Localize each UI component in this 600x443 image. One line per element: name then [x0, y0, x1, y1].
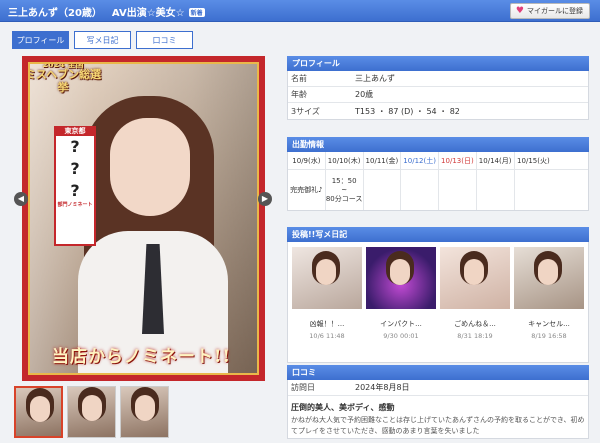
reviews-section: 口コミ 訪問日 2024年8月8日 圧倒的美人、美ボディ、感動 かねがね大人気で予…: [287, 365, 589, 439]
schedule-table: 10/9(水) 10/10(木) 10/11(金) 10/12(土) 10/13…: [287, 152, 589, 211]
schedule-cell: 15：50 ~ 80分コース: [326, 170, 364, 210]
content-tabs: プロフィール 写メ日記 口コミ: [12, 31, 193, 49]
profile-key: 3サイズ: [291, 106, 320, 116]
diary-section: 投稿!!写メ日記 凶報！！... 10/6 11:48 インパクト... 9/3…: [287, 227, 589, 363]
add-favorite-label: マイガールに登録: [527, 7, 583, 15]
tab-photo-diary[interactable]: 写メ日記: [74, 31, 131, 49]
diary-thumbnail[interactable]: [440, 247, 510, 309]
schedule-time: 15：50: [331, 177, 357, 185]
diary-date: 9/30 00:01: [383, 332, 419, 340]
review-visit-date: 2024年8月8日: [355, 383, 410, 392]
schedule-course: 80分コース: [325, 195, 363, 203]
main-photo[interactable]: 2024 全国 ミスヘブン総選挙 東京都 ? ? ? 部門ノミネート 当店からノ…: [22, 56, 265, 381]
diary-post[interactable]: キャンセル... 8/19 16:58: [514, 247, 584, 358]
diary-post[interactable]: 凶報！！... 10/6 11:48: [292, 247, 362, 358]
review-title[interactable]: 圧倒的美人、美ボディ、感動: [288, 396, 588, 415]
chevron-left-icon[interactable]: ◀: [14, 192, 28, 206]
thumbnail-2[interactable]: [67, 386, 116, 438]
diary-title[interactable]: インパクト...: [366, 319, 436, 329]
diary-date: 8/19 16:58: [531, 332, 567, 340]
profile-heading: プロフィール: [287, 56, 589, 71]
schedule-day: 10/9(水): [288, 152, 326, 169]
profile-value: 20歳: [355, 90, 374, 99]
cast-tagline: AV出演☆美女☆: [111, 8, 185, 19]
thumbnail-1[interactable]: [14, 386, 63, 438]
diary-thumbnail[interactable]: [366, 247, 436, 309]
schedule-cell: [401, 170, 439, 210]
diary-thumbnail[interactable]: [292, 247, 362, 309]
profile-table: 名前 三上あんず 年齢 20歳 3サイズ T153 ・ 87 (D) ・ 54 …: [287, 71, 589, 120]
review-visit-label: 訪問日: [291, 383, 315, 392]
profile-value: T153 ・ 87 (D) ・ 54 ・ 82: [355, 106, 460, 116]
schedule-heading: 出勤情報: [287, 137, 589, 152]
chevron-right-icon[interactable]: ▶: [258, 192, 272, 206]
schedule-day: 10/14(月): [477, 152, 515, 169]
schedule-day: 10/11(金): [364, 152, 402, 169]
profile-value: 三上あんず: [355, 74, 395, 83]
add-favorite-button[interactable]: ♥ マイガールに登録: [509, 3, 590, 19]
schedule-day: 10/12(土): [401, 152, 439, 169]
schedule-day: 10/10(木): [326, 152, 364, 169]
reviews-heading: 口コミ: [287, 365, 589, 380]
diary-title[interactable]: ごめんね＆...: [440, 319, 510, 329]
new-badge: 新着: [188, 8, 205, 17]
schedule-cell: [477, 170, 515, 210]
diary-title[interactable]: 凶報！！...: [292, 319, 362, 329]
thumbnail-3[interactable]: [120, 386, 169, 438]
review-text: かねがね大人気で予約困難なことは存じ上げていたあんずさんの予約を取ることができ、…: [291, 416, 585, 435]
schedule-cell: [439, 170, 477, 210]
cast-name-heading: 三上あんず（20歳） AV出演☆美女☆ 新着: [8, 4, 205, 19]
review-item: 訪問日 2024年8月8日 圧倒的美人、美ボディ、感動 かねがね大人気で予約困難な…: [287, 380, 589, 439]
schedule-section: 出勤情報 10/9(水) 10/10(木) 10/11(金) 10/12(土) …: [287, 137, 589, 211]
profile-row-age: 年齢 20歳: [288, 87, 588, 103]
photo-frame: [22, 56, 265, 381]
profile-section: プロフィール 名前 三上あんず 年齢 20歳 3サイズ T153 ・ 87 (D…: [287, 56, 589, 120]
schedule-cell: 完売御礼♪: [288, 170, 326, 210]
profile-header: 三上あんず（20歳） AV出演☆美女☆ 新着 ♥ マイガールに登録: [0, 0, 600, 22]
diary-post[interactable]: ごめんね＆... 8/31 18:19: [440, 247, 510, 358]
cast-name: 三上あんず（20歳）: [8, 8, 102, 19]
diary-thumbnail[interactable]: [514, 247, 584, 309]
diary-heading: 投稿!!写メ日記: [287, 227, 589, 242]
photo-thumbnails: [14, 386, 169, 438]
profile-row-name: 名前 三上あんず: [288, 71, 588, 87]
schedule-cell: [364, 170, 402, 210]
review-visit-row: 訪問日 2024年8月8日: [288, 380, 588, 396]
diary-title[interactable]: キャンセル...: [514, 319, 584, 329]
schedule-day: 10/13(日): [439, 152, 477, 169]
schedule-days: 10/9(水) 10/10(木) 10/11(金) 10/12(土) 10/13…: [288, 152, 588, 170]
tab-profile[interactable]: プロフィール: [12, 31, 69, 49]
schedule-status: 完売御礼♪: [290, 186, 323, 194]
heart-icon: ♥: [515, 6, 524, 16]
profile-key: 名前: [291, 74, 307, 83]
diary-list: 凶報！！... 10/6 11:48 インパクト... 9/30 00:01 ご…: [287, 242, 589, 363]
profile-key: 年齢: [291, 90, 307, 99]
schedule-day: 10/15(火): [517, 157, 550, 165]
tab-reviews[interactable]: 口コミ: [136, 31, 193, 49]
schedule-cells: 完売御礼♪ 15：50 ~ 80分コース: [288, 170, 588, 210]
diary-date: 10/6 11:48: [309, 332, 345, 340]
profile-row-sizes: 3サイズ T153 ・ 87 (D) ・ 54 ・ 82: [288, 103, 588, 119]
schedule-tilde: ~: [341, 186, 348, 194]
diary-date: 8/31 18:19: [457, 332, 493, 340]
schedule-cell: [515, 170, 553, 210]
diary-post[interactable]: インパクト... 9/30 00:01: [366, 247, 436, 358]
